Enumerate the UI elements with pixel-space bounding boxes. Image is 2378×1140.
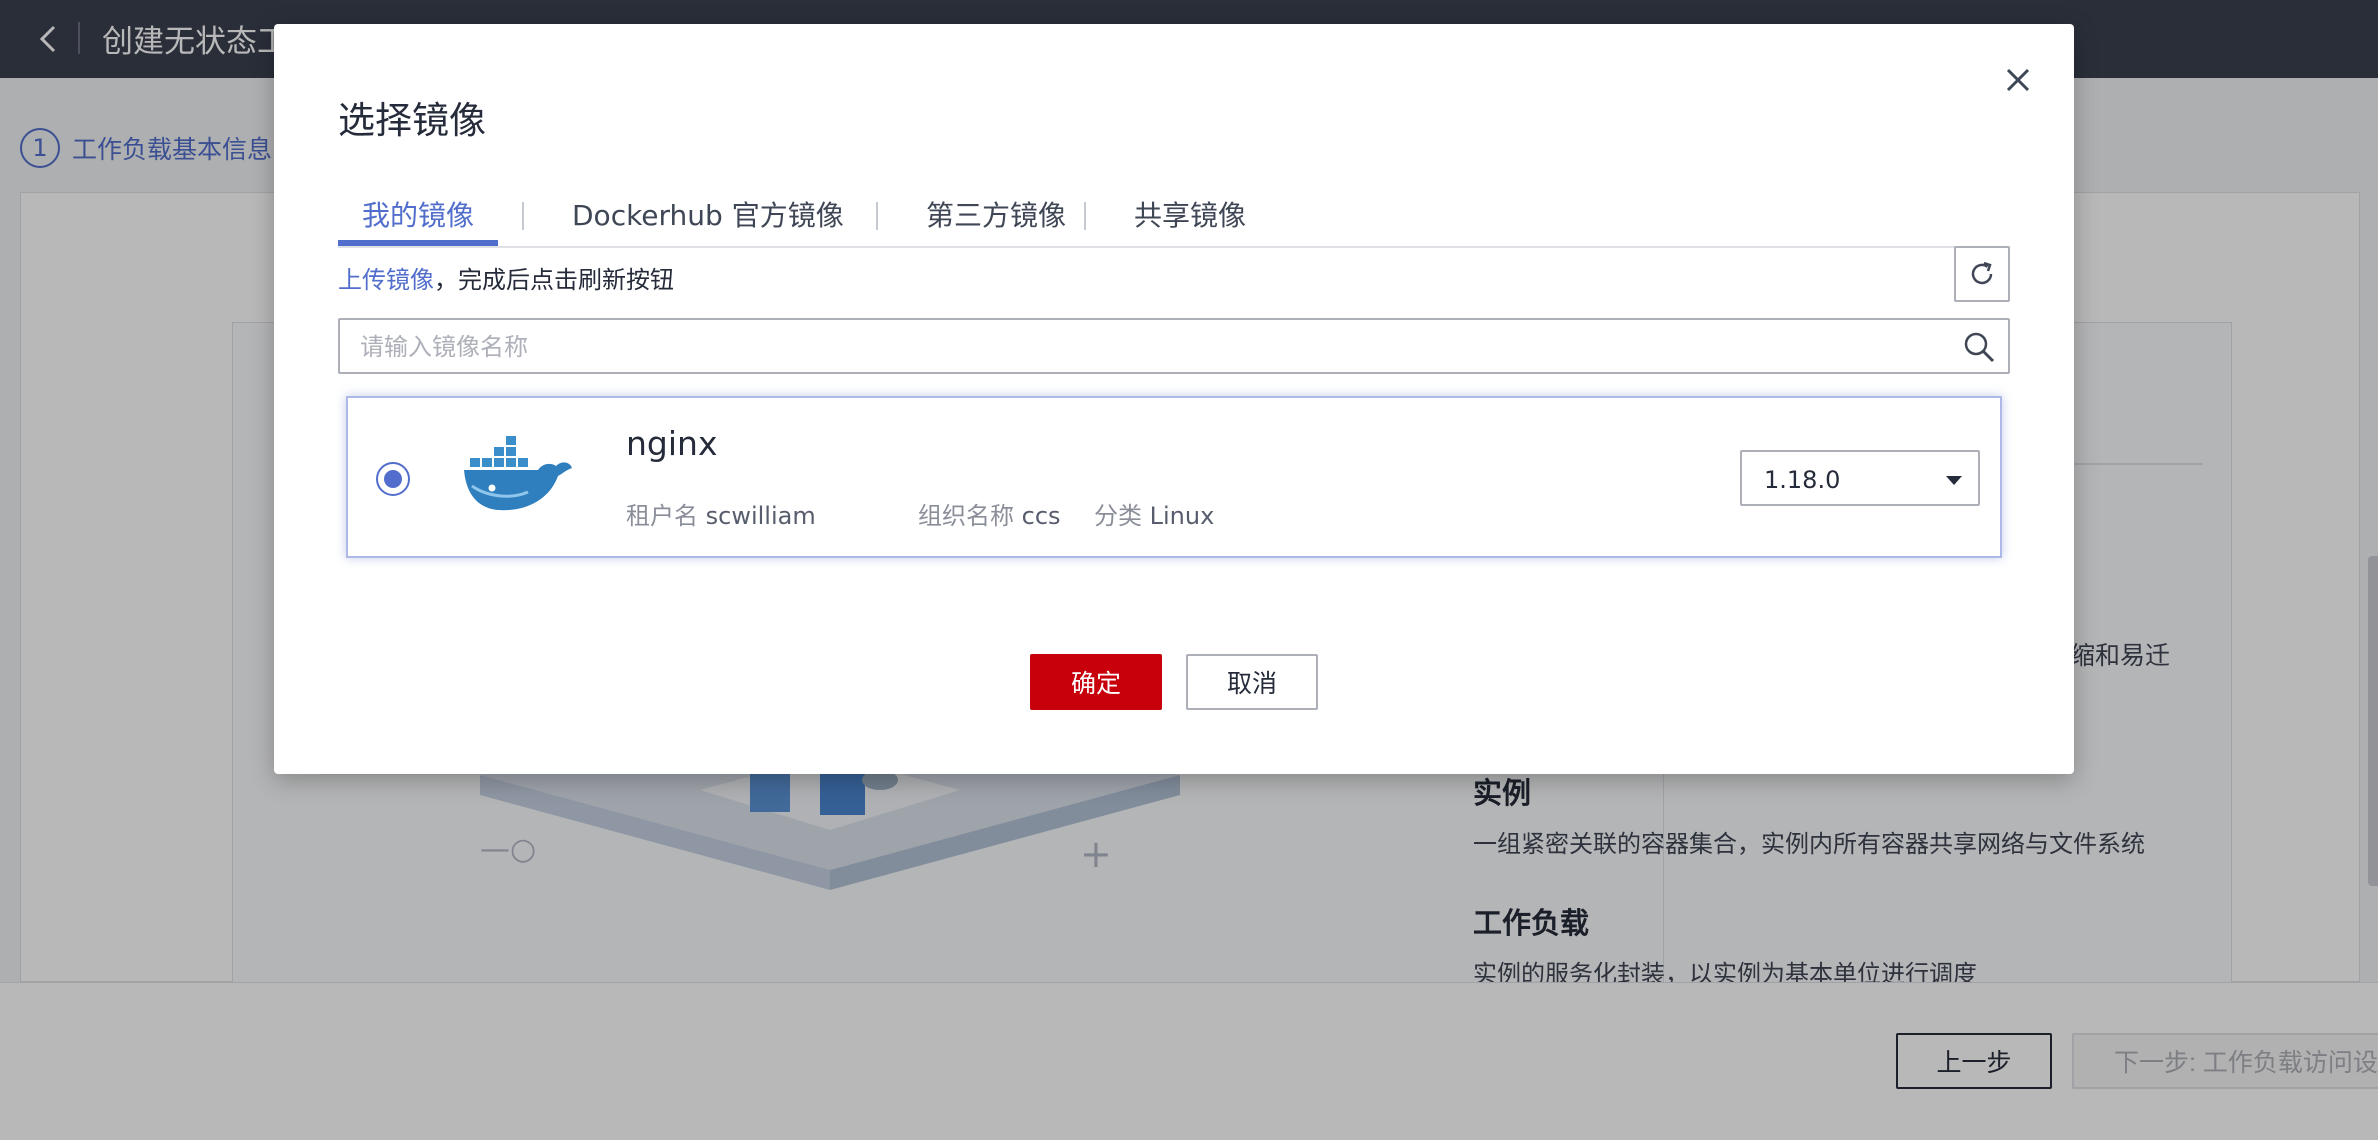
- image-category: 分类 Linux: [1094, 496, 1214, 531]
- close-icon[interactable]: [1996, 58, 2040, 102]
- tab-third-party-images[interactable]: 第三方镜像: [926, 194, 1066, 234]
- tab-separator: [1084, 202, 1086, 230]
- version-value: 1.18.0: [1764, 466, 1841, 494]
- tab-dockerhub-images[interactable]: Dockerhub 官方镜像: [572, 194, 844, 234]
- refresh-button[interactable]: [1954, 246, 2010, 302]
- dropdown-caret-icon: [1946, 476, 1962, 485]
- upload-image-link[interactable]: 上传镜像: [338, 266, 434, 294]
- search-input[interactable]: [360, 330, 1920, 364]
- refresh-icon: [1971, 261, 1993, 285]
- radio-selected-dot: [384, 470, 402, 488]
- dialog-title: 选择镜像: [338, 99, 486, 142]
- active-tab-indicator: [338, 240, 498, 246]
- confirm-button[interactable]: 确定: [1030, 654, 1162, 710]
- tenant-value: scwilliam: [705, 502, 816, 530]
- image-list-item[interactable]: nginx 租户名 scwilliam 组织名称 ccs 分类 Linux 1.…: [346, 396, 2002, 558]
- image-search-box: [338, 318, 2010, 374]
- upload-hint: 上传镜像，完成后点击刷新按钮: [338, 260, 674, 295]
- cancel-button[interactable]: 取消: [1186, 654, 1318, 710]
- org-label: 组织名称: [918, 502, 1014, 530]
- image-tenant: 租户名 scwilliam: [626, 496, 816, 531]
- image-name: nginx: [626, 424, 718, 463]
- image-tabs: 我的镜像 Dockerhub 官方镜像 第三方镜像 共享镜像: [338, 170, 2010, 248]
- tab-my-images[interactable]: 我的镜像: [362, 194, 474, 234]
- tab-shared-images[interactable]: 共享镜像: [1134, 194, 1246, 234]
- tenant-label: 租户名: [626, 502, 698, 530]
- image-radio[interactable]: [376, 462, 410, 496]
- select-image-dialog: 选择镜像 我的镜像 Dockerhub 官方镜像 第三方镜像 共享镜像 上传镜像…: [274, 24, 2074, 774]
- category-value: Linux: [1149, 502, 1215, 530]
- tab-separator: [876, 202, 878, 230]
- search-icon[interactable]: [1962, 330, 1996, 364]
- version-select[interactable]: 1.18.0: [1740, 450, 1980, 506]
- upload-hint-text: ，完成后点击刷新按钮: [434, 266, 674, 294]
- org-value: ccs: [1021, 502, 1061, 530]
- tab-separator: [522, 202, 524, 230]
- category-label: 分类: [1094, 502, 1142, 530]
- image-org: 组织名称 ccs: [918, 496, 1061, 531]
- docker-whale-icon: [464, 436, 572, 511]
